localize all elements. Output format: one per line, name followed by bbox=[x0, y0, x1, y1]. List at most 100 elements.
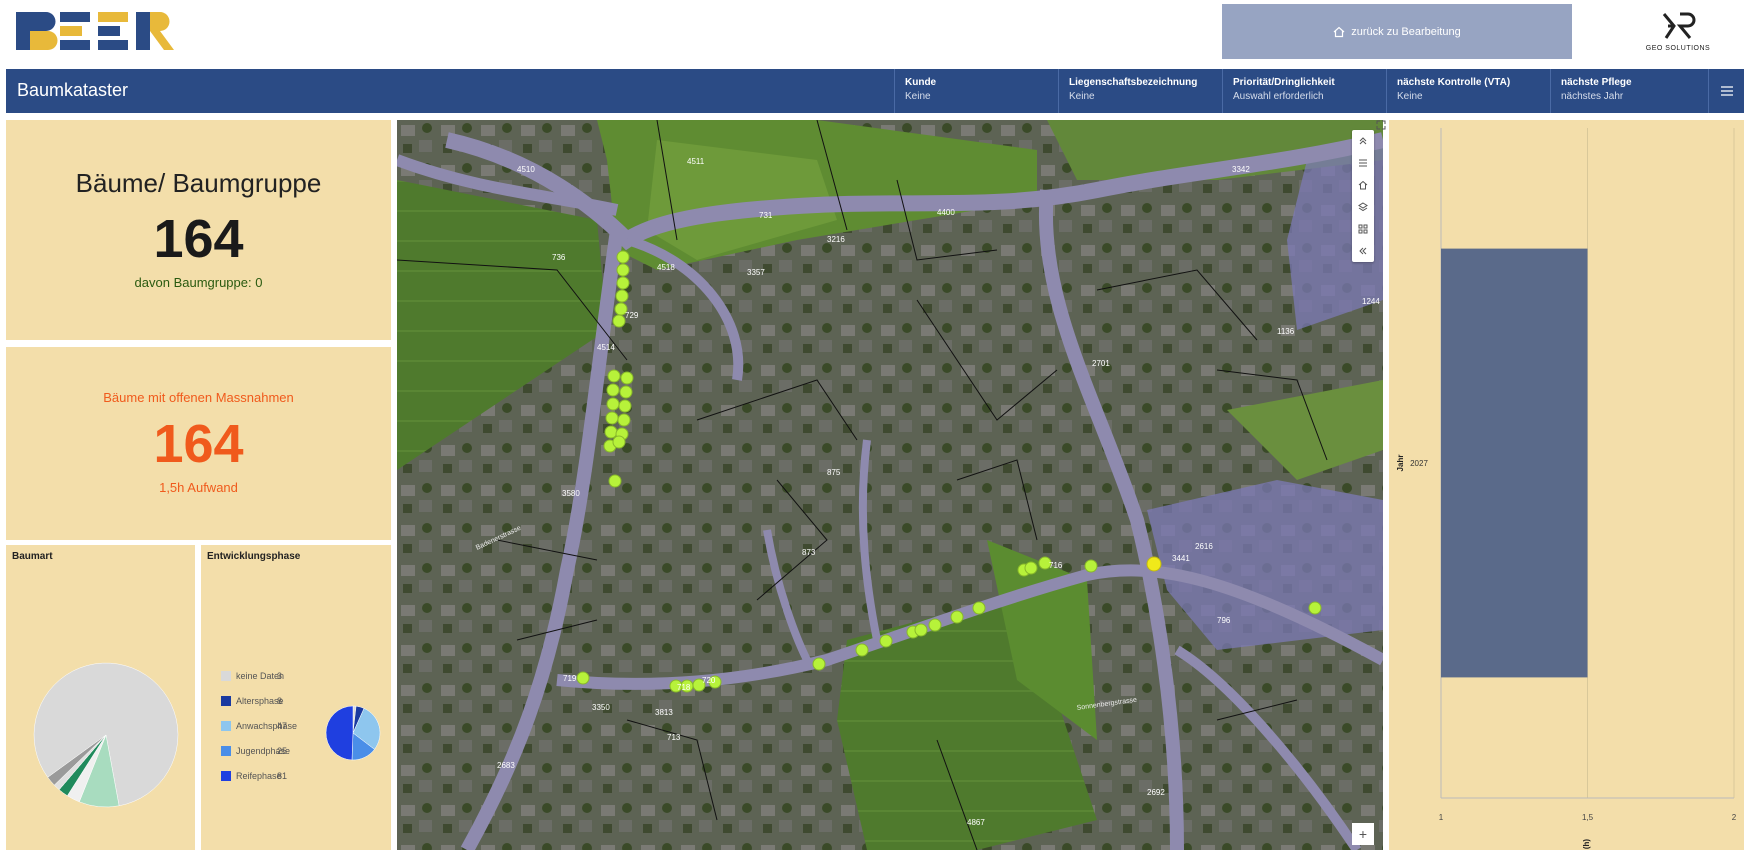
x-axis-label: Aufwand (h) bbox=[1582, 839, 1591, 850]
trees-count: 164 bbox=[153, 209, 244, 269]
company-logo bbox=[16, 12, 174, 50]
parcel-label: 736 bbox=[552, 253, 566, 262]
trees-card-title: Bäume/ Baumgruppe bbox=[75, 168, 322, 198]
filter-naechste-kontrolle[interactable]: nächste Kontrolle (VTA) Keine bbox=[1386, 69, 1550, 113]
selected-tree-point[interactable] bbox=[1146, 556, 1162, 572]
legend-item: keine Daten bbox=[221, 671, 284, 681]
map-toolbar bbox=[1352, 130, 1374, 262]
legend-label: Reifephase bbox=[236, 771, 282, 781]
legend-swatch bbox=[221, 696, 231, 706]
parcel-label: 731 bbox=[759, 211, 773, 220]
parcel-label: 3357 bbox=[747, 268, 765, 277]
filter-prioritaet[interactable]: Priorität/Dringlichkeit Auswahl erforder… bbox=[1222, 69, 1386, 113]
double-chevron-up-icon bbox=[1359, 137, 1367, 145]
map-canvas[interactable]: 4510 4511 731 736 4518 729 4514 3357 321… bbox=[397, 120, 1383, 850]
list-icon bbox=[1359, 159, 1367, 167]
baumart-pie-chart bbox=[33, 662, 179, 808]
legend-swatch bbox=[221, 721, 231, 731]
bar[interactable] bbox=[1441, 248, 1588, 678]
parcel-label: 4867 bbox=[967, 818, 985, 827]
filter-value: Keine bbox=[905, 91, 931, 102]
geo-logo-text: GEO SOLUTIONS bbox=[1645, 45, 1711, 52]
back-button-label: zurück zu Bearbeitung bbox=[1351, 25, 1461, 38]
parcel-label: 3441 bbox=[1172, 554, 1190, 563]
parcel-label: 2683 bbox=[497, 761, 515, 770]
trees-count-card: Bäume/ Baumgruppe 164 davon Baumgruppe: … bbox=[6, 120, 391, 340]
parcel-label: 1244 bbox=[1362, 297, 1380, 306]
entwicklungsphase-title: Entwicklungsphase bbox=[207, 551, 301, 562]
layers-icon bbox=[1358, 202, 1368, 212]
back-to-edit-button[interactable]: zurück zu Bearbeitung bbox=[1222, 4, 1572, 59]
parcel-label: 4510 bbox=[517, 165, 535, 174]
legend-value: 3 bbox=[277, 671, 283, 681]
legend-value: 25 bbox=[277, 746, 288, 756]
legend-value: 47 bbox=[277, 721, 288, 731]
entwicklungsphase-pie-chart bbox=[325, 705, 381, 761]
layer-list-button[interactable] bbox=[1352, 152, 1374, 174]
layers-button[interactable] bbox=[1352, 196, 1374, 218]
home-icon bbox=[1358, 180, 1368, 190]
collapse-up-button[interactable] bbox=[1352, 130, 1374, 152]
aufwand-bar-chart: 1 1,5 2 2027 Jahr Aufwand (h) bbox=[1396, 128, 1737, 855]
measures-count: 164 bbox=[153, 414, 244, 474]
parcel-label: 796 bbox=[1217, 616, 1231, 625]
parcel-label: 3350 bbox=[592, 703, 610, 712]
parcel-label: 719 bbox=[563, 674, 577, 683]
grid-icon bbox=[1358, 224, 1368, 234]
app-title: Baumkataster bbox=[17, 80, 129, 100]
tree-map[interactable]: 4510 4511 731 736 4518 729 4514 3357 321… bbox=[397, 120, 1383, 850]
legend-swatch bbox=[221, 746, 231, 756]
zoom-in-button[interactable]: + bbox=[1352, 823, 1374, 845]
menu-button[interactable] bbox=[1708, 69, 1744, 113]
basemap-gallery-button[interactable] bbox=[1352, 218, 1374, 240]
parcel-label: 3580 bbox=[562, 489, 580, 498]
baumart-card: Baumart bbox=[6, 545, 195, 850]
legend-swatch bbox=[221, 771, 231, 781]
baumart-title: Baumart bbox=[12, 551, 53, 562]
parcel-label: 4518 bbox=[657, 263, 675, 272]
parcel-label: 720 bbox=[702, 676, 716, 685]
filter-liegenschaft[interactable]: Liegenschaftsbezeichnung Keine bbox=[1058, 69, 1222, 113]
x-tick-label: 2 bbox=[1732, 813, 1737, 822]
parcel-label: 3216 bbox=[827, 235, 845, 244]
legend-item: Altersphase bbox=[221, 696, 284, 706]
home-extent-button[interactable] bbox=[1352, 174, 1374, 196]
parcel-label: 2616 bbox=[1195, 542, 1213, 551]
parcel-label: 875 bbox=[827, 468, 841, 477]
parcel-label: 3342 bbox=[1232, 165, 1250, 174]
parcel-label: 2701 bbox=[1092, 359, 1110, 368]
fullscreen-icon[interactable] bbox=[1376, 117, 1386, 130]
filter-label: Liegenschaftsbezeichnung bbox=[1069, 77, 1198, 88]
home-icon bbox=[1333, 26, 1345, 37]
filter-kunde[interactable]: Kunde Keine bbox=[894, 69, 1058, 113]
parcel-label: 729 bbox=[625, 311, 639, 320]
parcel-label: 873 bbox=[802, 548, 816, 557]
filter-label: Kunde bbox=[905, 77, 937, 88]
app-header: Baumkataster Kunde Keine Liegenschaftsbe… bbox=[6, 69, 1744, 113]
parcel-label: 713 bbox=[667, 733, 681, 742]
top-bar: zurück zu Bearbeitung GEO SOLUTIONS bbox=[0, 0, 1750, 68]
filter-value: nächstes Jahr bbox=[1561, 91, 1624, 102]
entwicklungsphase-card: Entwicklungsphase keine Daten 3 Altersph… bbox=[201, 545, 391, 850]
aufwand-chart-card: 1 1,5 2 2027 Jahr Aufwand (h) bbox=[1389, 120, 1744, 855]
trees-card-subtitle: davon Baumgruppe: 0 bbox=[134, 275, 263, 290]
measures-card-subtitle: 1,5h Aufwand bbox=[159, 480, 238, 495]
collapse-toolbar-button[interactable] bbox=[1352, 240, 1374, 262]
hamburger-icon bbox=[1720, 86, 1733, 96]
legend-item: Reifephase bbox=[221, 771, 282, 781]
parcel-label: 718 bbox=[677, 683, 691, 692]
filter-label: nächste Pflege bbox=[1561, 77, 1632, 88]
legend-value: 81 bbox=[277, 771, 288, 781]
parcel-label: 716 bbox=[1049, 561, 1063, 570]
parcel-label: 4514 bbox=[597, 343, 615, 352]
legend-swatch bbox=[221, 671, 231, 681]
x-tick-label: 1 bbox=[1439, 813, 1444, 822]
parcel-label: 4400 bbox=[937, 208, 955, 217]
filter-value: Auswahl erforderlich bbox=[1233, 91, 1324, 102]
y-tick-label: 2027 bbox=[1410, 459, 1428, 468]
pie-slice[interactable] bbox=[325, 705, 354, 761]
filter-naechste-pflege[interactable]: nächste Pflege nächstes Jahr bbox=[1550, 69, 1714, 113]
open-measures-card: Bäume mit offenen Massnahmen 164 1,5h Au… bbox=[6, 347, 391, 540]
filter-label: Priorität/Dringlichkeit bbox=[1233, 77, 1335, 88]
parcel-label: 1136 bbox=[1277, 327, 1295, 336]
